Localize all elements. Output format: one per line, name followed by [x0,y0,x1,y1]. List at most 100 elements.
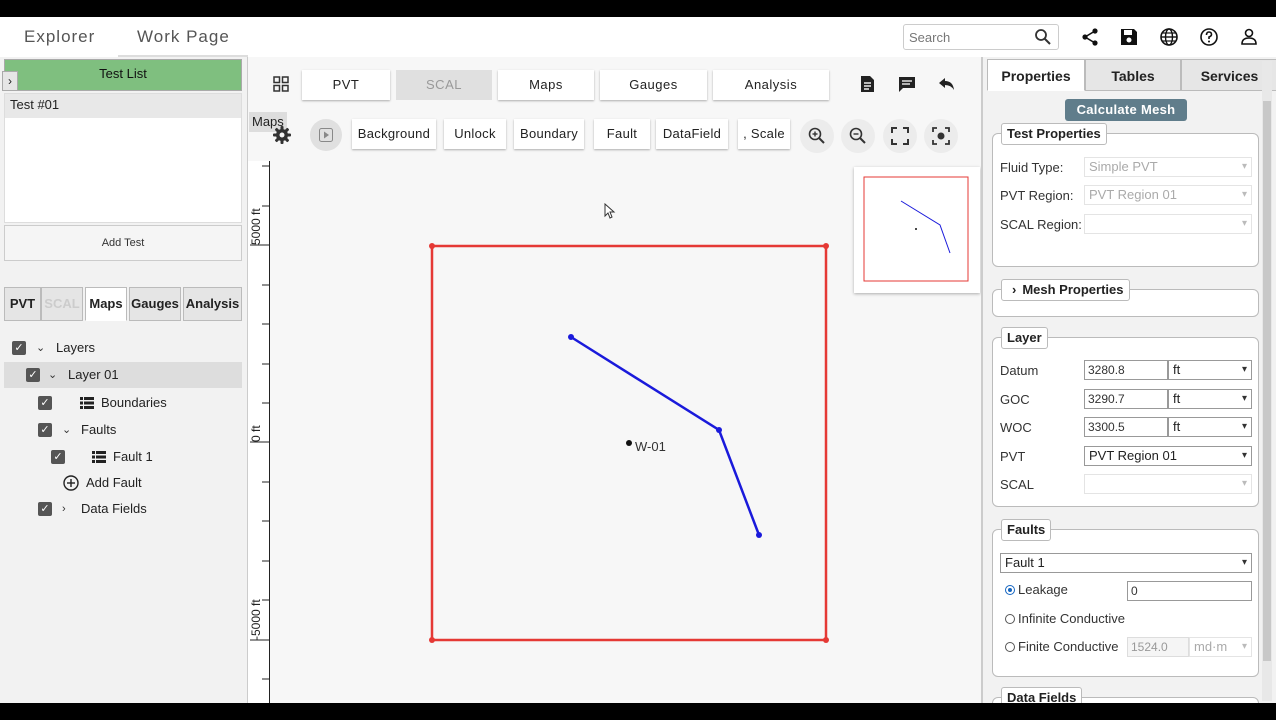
woc-unit-select[interactable]: ft ▾ [1168,417,1252,437]
tab-work-page[interactable]: Work Page [137,27,230,47]
focus-icon [932,127,950,145]
fault-vertex[interactable] [716,427,722,433]
fullscreen-button[interactable] [883,119,917,153]
fault-button[interactable]: Fault [594,119,650,149]
goc-input[interactable]: 3290.7 [1084,389,1168,409]
add-fault-button[interactable]: Add Fault [4,470,242,496]
map-canvas[interactable]: 5000 ft 0 ft -5000 ft W-01 [248,161,981,703]
chevron-right-icon[interactable]: › [62,496,74,522]
mesh-properties-group: › Mesh Properties [992,279,1259,317]
tab-analysis[interactable]: Analysis [713,70,829,100]
finite-conductive-radio[interactable] [1005,642,1015,652]
boundary-vertex[interactable] [429,243,435,249]
grid-icon[interactable] [273,76,289,92]
tree-row-boundaries[interactable]: ✓ Boundaries [4,390,242,416]
tree-label-boundaries: Boundaries [101,395,167,410]
checkbox-checked-icon[interactable]: ✓ [38,502,52,516]
fault-vertex[interactable] [756,532,762,538]
chevron-down-icon[interactable]: ⌄ [36,335,48,361]
boundary-button[interactable]: Boundary [514,119,584,149]
checkbox-checked-icon[interactable]: ✓ [12,341,26,355]
chevron-down-icon[interactable]: ⌄ [48,362,60,388]
finite-conductive-label: Finite Conductive [1018,639,1119,654]
checkbox-checked-icon[interactable]: ✓ [38,396,52,410]
datum-input[interactable]: 3280.8 [1084,360,1168,380]
tab-properties[interactable]: Properties [987,59,1085,91]
scale-button[interactable]: , Scale [738,119,790,149]
left-tab-maps[interactable]: Maps [85,287,127,321]
minimap[interactable] [854,167,980,293]
leakage-radio[interactable] [1005,585,1015,595]
chevron-down-icon: ▾ [1241,189,1247,200]
fault-select[interactable]: Fault 1 ▾ [1000,553,1252,573]
tab-tables[interactable]: Tables [1085,59,1181,91]
tab-maps[interactable]: Maps [498,70,594,100]
tree-row-data-fields[interactable]: ✓ › Data Fields [4,496,242,522]
tree-label-layer-01: Layer 01 [68,367,119,382]
minimap-drawing [863,176,969,282]
help-icon[interactable] [1199,27,1219,47]
comment-icon[interactable] [898,75,916,93]
tab-explorer[interactable]: Explorer [24,27,95,47]
collapse-panel-chevron-icon[interactable]: › [2,71,18,91]
search-input[interactable] [909,26,1029,48]
tree-row-fault-1[interactable]: ✓ Fault 1 [4,444,242,470]
checkbox-checked-icon[interactable]: ✓ [38,423,52,437]
left-tab-analysis[interactable]: Analysis [183,287,242,321]
globe-icon[interactable] [1159,27,1179,47]
pvt-select[interactable]: PVT Region 01 ▾ [1084,446,1252,466]
tree-row-faults[interactable]: ✓ ⌄ Faults [4,417,242,443]
tab-pvt[interactable]: PVT [302,70,390,100]
fault-vertex[interactable] [568,334,574,340]
tree-row-layer-01[interactable]: ✓ ⌄ Layer 01 [4,362,242,388]
calculate-mesh-button[interactable]: Calculate Mesh [1065,99,1187,121]
fit-view-button[interactable] [924,119,958,153]
datafield-button[interactable]: DataField [656,119,728,149]
woc-input[interactable]: 3300.5 [1084,417,1168,437]
tree-label-layers: Layers [56,340,96,355]
scrollbar[interactable] [1262,61,1272,701]
document-icon[interactable] [858,75,876,93]
leakage-input[interactable]: 0 [1127,581,1252,601]
add-test-button[interactable]: Add Test [4,225,242,261]
background-button[interactable]: Background [352,119,436,149]
scrollbar-thumb[interactable] [1263,101,1271,661]
boundary-vertex[interactable] [823,243,829,249]
unlock-button[interactable]: Unlock [444,119,506,149]
user-icon[interactable] [1239,27,1259,47]
zoom-out-button[interactable] [841,119,875,153]
chevron-down-icon: ▾ [1241,161,1247,172]
boundary-vertex[interactable] [823,637,829,643]
zoom-in-button[interactable] [800,119,834,153]
search-box[interactable] [903,24,1059,50]
play-button[interactable] [310,119,342,151]
gear-icon[interactable] [272,125,292,145]
goc-unit-select[interactable]: ft ▾ [1168,389,1252,409]
save-icon[interactable] [1119,27,1139,47]
checkbox-checked-icon[interactable]: ✓ [26,368,40,382]
fault-line[interactable] [570,335,761,536]
search-icon[interactable] [1034,28,1052,46]
left-tab-bar: PVT SCAL Maps Gauges Analysis [4,287,242,321]
mouse-cursor-icon [604,203,616,219]
share-icon[interactable] [1080,27,1100,47]
tab-gauges[interactable]: Gauges [600,70,707,100]
left-panel: Test List › Test #01 Add Test PVT SCAL M… [0,57,248,703]
undo-icon[interactable] [938,75,956,93]
tree-label-faults: Faults [81,422,117,437]
add-circle-icon[interactable] [63,475,79,491]
mesh-properties-toggle[interactable]: › Mesh Properties [1001,279,1130,301]
datum-unit-select[interactable]: ft ▾ [1168,360,1252,380]
chevron-down-icon[interactable]: ⌄ [62,417,74,443]
tree-row-layers[interactable]: ✓ ⌄ Layers [4,335,242,361]
boundary-vertex[interactable] [429,637,435,643]
header-bar: Explorer Work Page [0,17,1276,57]
test-list-item[interactable]: Test #01 [5,94,241,118]
infinite-conductive-radio[interactable] [1005,614,1015,624]
group-title: Test Properties [1001,123,1107,145]
scal-label: SCAL [1000,477,1034,492]
left-tab-pvt[interactable]: PVT [4,287,41,321]
left-tab-gauges[interactable]: Gauges [129,287,181,321]
well-marker[interactable] [626,440,632,446]
checkbox-checked-icon[interactable]: ✓ [51,450,65,464]
